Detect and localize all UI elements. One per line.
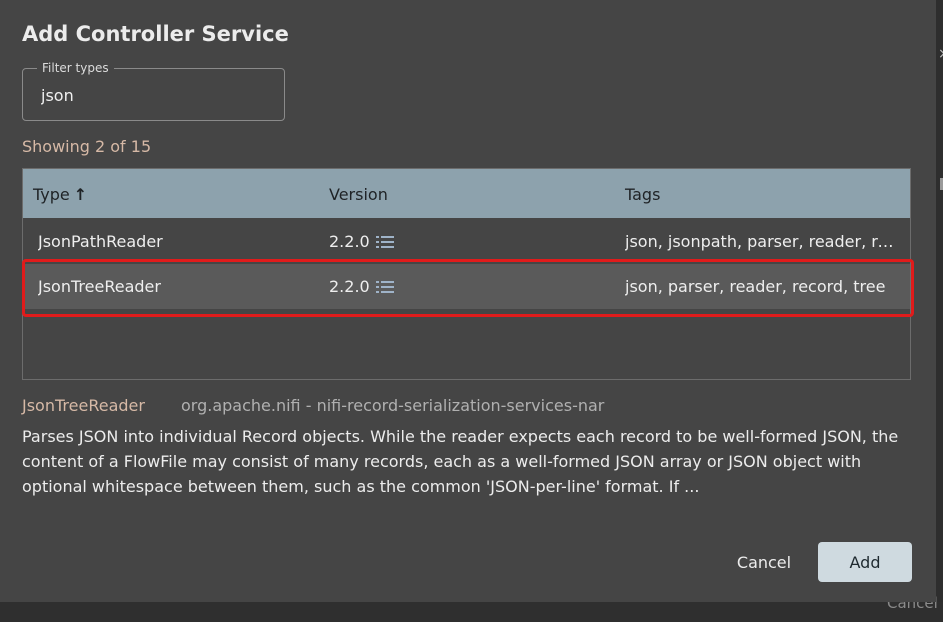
sort-ascending-icon: ↑: [73, 185, 88, 204]
cancel-button[interactable]: Cancel: [722, 542, 806, 582]
backdrop-bottom-bar: [0, 602, 943, 622]
table-row-selected[interactable]: JsonTreeReader 2.2.0 json, parser, reade…: [23, 264, 910, 309]
row-version-label: 2.2.0: [329, 232, 370, 251]
column-header-type-label: Type: [33, 185, 70, 204]
column-header-type[interactable]: Type ↑: [33, 185, 87, 204]
filter-types-field[interactable]: Filter types: [22, 61, 285, 121]
row-version: 2.2.0: [329, 232, 449, 251]
row-version: 2.2.0: [329, 277, 449, 296]
row-tags: json, parser, reader, record, tree: [625, 277, 886, 296]
list-icon[interactable]: [375, 235, 394, 249]
add-button[interactable]: Add: [818, 542, 912, 582]
filter-types-label: Filter types: [37, 61, 114, 75]
row-version-label: 2.2.0: [329, 277, 370, 296]
result-count: Showing 2 of 15: [22, 137, 152, 156]
filter-types-input[interactable]: [41, 83, 271, 107]
backdrop-close-icon: ×: [938, 46, 943, 62]
selected-type-name: JsonTreeReader: [22, 396, 145, 415]
row-type: JsonPathReader: [38, 232, 163, 251]
selected-type-bundle: org.apache.nifi - nifi-record-serializat…: [181, 396, 605, 415]
dialog-title: Add Controller Service: [22, 22, 289, 46]
table-header: Type ↑ Version Tags: [23, 169, 910, 218]
row-type: JsonTreeReader: [38, 277, 161, 296]
column-header-tags[interactable]: Tags: [625, 185, 660, 204]
add-controller-service-dialog: Add Controller Service Filter types Show…: [0, 0, 936, 602]
list-icon[interactable]: [375, 280, 394, 294]
service-types-table: Type ↑ Version Tags JsonPathReader 2.2.0 …: [22, 168, 911, 380]
selected-type-description: Parses JSON into individual Record objec…: [22, 427, 899, 496]
table-row[interactable]: JsonPathReader 2.2.0 json, jsonpath, par…: [23, 219, 910, 264]
column-header-version[interactable]: Version: [329, 185, 388, 204]
row-tags: json, jsonpath, parser, reader, record: [625, 232, 901, 251]
